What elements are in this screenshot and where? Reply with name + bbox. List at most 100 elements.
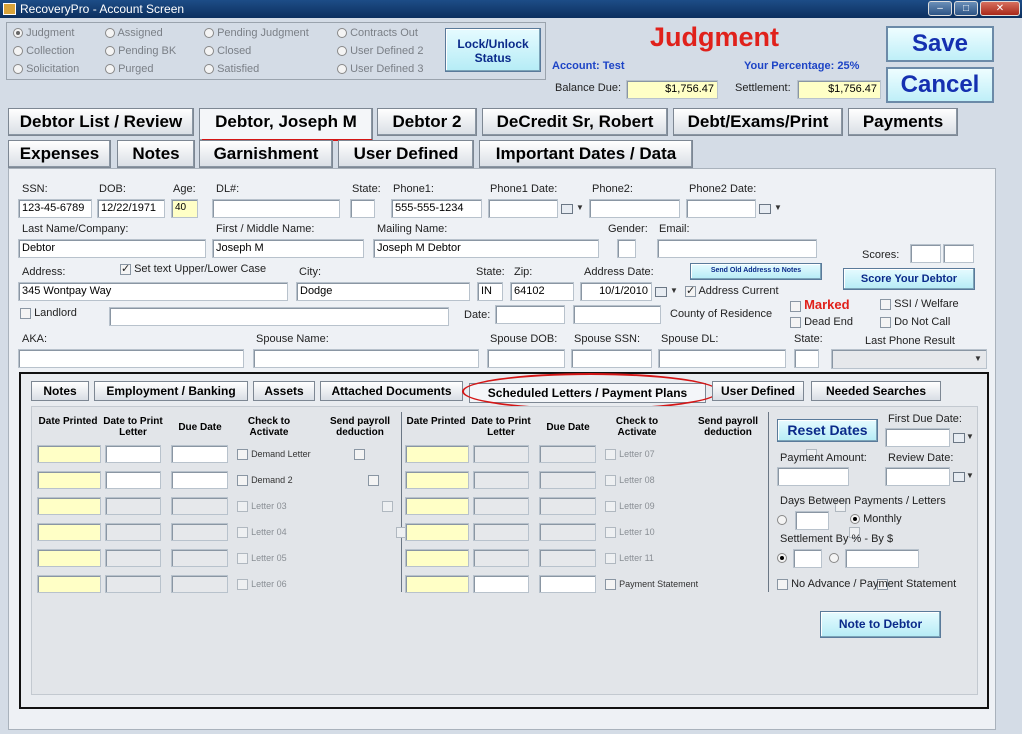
landlord-field[interactable] <box>109 307 449 326</box>
payment-amount-field[interactable] <box>777 467 849 486</box>
checkbox-icon[interactable] <box>880 298 891 310</box>
date-to-print-field[interactable] <box>473 523 529 541</box>
settlement-percent-field[interactable] <box>793 549 822 568</box>
date-printed-field[interactable] <box>37 549 101 567</box>
settlement-percent-radio[interactable] <box>777 553 787 563</box>
due-date-field[interactable] <box>539 497 596 515</box>
due-date-field[interactable] <box>171 523 228 541</box>
date-to-print-field[interactable] <box>473 549 529 567</box>
payroll-checkbox[interactable] <box>354 448 365 460</box>
checkbox-icon[interactable] <box>237 526 248 538</box>
date-to-print-field[interactable] <box>473 497 529 515</box>
status-option[interactable]: Satisfied <box>204 63 259 75</box>
due-date-field[interactable] <box>539 575 596 593</box>
checkbox-icon[interactable] <box>237 578 248 590</box>
spouse-name-field[interactable] <box>253 349 479 368</box>
checkbox-icon[interactable] <box>237 552 248 564</box>
radio-icon[interactable] <box>337 46 347 57</box>
letter-row[interactable]: Letter 11 <box>605 552 654 564</box>
reset-dates-button[interactable]: Reset Dates <box>777 419 878 442</box>
phone1-field[interactable]: 555-555-1234 <box>391 199 482 218</box>
checkbox-icon[interactable] <box>237 500 248 512</box>
aka-field[interactable] <box>18 349 244 368</box>
radio-icon[interactable] <box>13 28 23 39</box>
payroll-checkbox[interactable] <box>382 500 394 512</box>
date-to-print-field[interactable] <box>105 549 161 567</box>
settlement-dollar-field[interactable] <box>845 549 919 568</box>
letter-row[interactable]: Payment Statement <box>605 578 698 590</box>
letter-row[interactable]: Letter 05 <box>237 552 287 564</box>
checkbox-icon[interactable] <box>605 552 616 564</box>
checkbox-icon[interactable] <box>605 474 616 486</box>
subtab-user-defined[interactable]: User Defined <box>712 381 804 401</box>
tab-debtor-2[interactable]: Debtor 2 <box>377 108 477 136</box>
subtab-assets[interactable]: Assets <box>253 381 315 401</box>
radio-icon[interactable] <box>204 28 214 39</box>
calendar-icon[interactable] <box>561 204 573 214</box>
subtab-attached-documents[interactable]: Attached Documents <box>320 381 463 401</box>
last-phone-result-select[interactable] <box>831 349 987 369</box>
score-field-2[interactable] <box>943 244 974 263</box>
dl-field[interactable] <box>212 199 340 218</box>
radio-icon[interactable] <box>337 28 347 39</box>
radio-icon[interactable] <box>13 46 23 57</box>
date-printed-field[interactable] <box>37 575 101 593</box>
tab-garnishment[interactable]: Garnishment <box>199 140 333 168</box>
checkbox-icon[interactable] <box>790 300 801 312</box>
due-date-field[interactable] <box>539 523 596 541</box>
radio-icon[interactable] <box>204 64 214 75</box>
address-state-field[interactable]: IN <box>477 282 503 301</box>
date-printed-field[interactable] <box>405 445 469 463</box>
close-icon[interactable]: ✕ <box>980 1 1020 16</box>
letter-row[interactable]: Letter 09 <box>605 500 655 512</box>
ssn-field[interactable]: 123-45-6789 <box>18 199 92 218</box>
tab-debtor-list[interactable]: Debtor List / Review <box>8 108 194 136</box>
status-option[interactable]: Purged <box>105 63 154 75</box>
chevron-down-icon[interactable]: ▼ <box>668 284 680 298</box>
date-to-print-field[interactable] <box>105 445 161 463</box>
days-radio[interactable] <box>777 515 787 525</box>
checkbox-icon[interactable] <box>120 262 131 275</box>
date-to-print-field[interactable] <box>105 497 161 515</box>
monthly-option[interactable]: Monthly <box>850 513 902 525</box>
checkbox-icon[interactable] <box>605 578 616 590</box>
checkbox-icon[interactable] <box>790 316 801 328</box>
calendar-icon[interactable] <box>655 287 667 297</box>
score-field-1[interactable] <box>910 244 941 263</box>
subtab-employment-banking[interactable]: Employment / Banking <box>94 381 248 401</box>
checkbox-icon[interactable] <box>605 448 616 460</box>
chevron-down-icon[interactable]: ▼ <box>574 201 586 215</box>
gender-field[interactable] <box>617 239 636 258</box>
letter-row[interactable]: Letter 06 <box>237 578 287 590</box>
due-date-field[interactable] <box>171 471 228 489</box>
zip-field[interactable]: 64102 <box>510 282 574 301</box>
date-printed-field[interactable] <box>405 471 469 489</box>
checkbox-icon[interactable] <box>237 474 248 486</box>
date-printed-field[interactable] <box>37 445 101 463</box>
status-option[interactable]: User Defined 2 <box>337 45 423 57</box>
subtab-needed-searches[interactable]: Needed Searches <box>811 381 941 401</box>
spouse-dl-field[interactable] <box>658 349 786 368</box>
tab-payments[interactable]: Payments <box>848 108 958 136</box>
first-middle-field[interactable]: Joseph M <box>212 239 364 258</box>
save-button[interactable]: Save <box>886 26 994 62</box>
due-date-field[interactable] <box>539 445 596 463</box>
text-case-toggle[interactable]: Set text Upper/Lower Case <box>120 262 266 275</box>
radio-icon[interactable] <box>337 64 347 75</box>
landlord-date-field[interactable] <box>495 305 565 324</box>
dob-field[interactable]: 12/22/1971 <box>97 199 165 218</box>
due-date-field[interactable] <box>539 549 596 567</box>
score-your-debtor-button[interactable]: Score Your Debtor <box>843 268 975 290</box>
phone1-date-field[interactable] <box>488 199 558 218</box>
status-option[interactable]: Pending Judgment <box>204 27 309 39</box>
tab-expenses[interactable]: Expenses <box>8 140 111 168</box>
subtab-notes[interactable]: Notes <box>31 381 89 401</box>
status-option[interactable]: Contracts Out <box>337 27 418 39</box>
first-due-field[interactable] <box>885 428 950 447</box>
date-printed-field[interactable] <box>405 549 469 567</box>
letter-row[interactable]: Letter 07 <box>605 448 655 460</box>
payroll-checkbox[interactable] <box>368 474 380 486</box>
maximize-icon[interactable]: □ <box>954 1 978 16</box>
spouse-dob-field[interactable] <box>487 349 565 368</box>
mailing-name-field[interactable]: Joseph M Debtor <box>373 239 599 258</box>
